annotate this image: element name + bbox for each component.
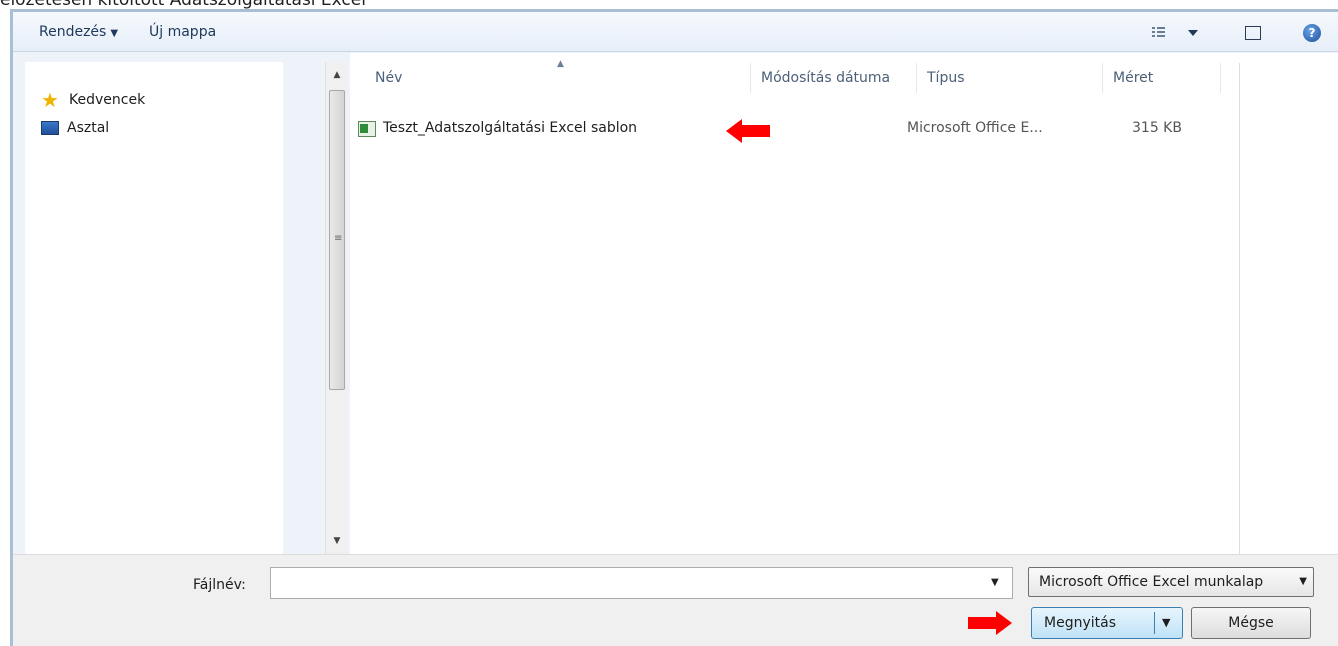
column-divider[interactable] bbox=[750, 63, 751, 93]
view-options-icon[interactable] bbox=[1150, 24, 1210, 42]
desktop-icon bbox=[41, 121, 59, 135]
column-header-type[interactable]: Típus bbox=[927, 70, 965, 86]
organize-label: Rendezés bbox=[39, 24, 107, 40]
nav-item-label: Kedvencek bbox=[69, 92, 146, 108]
help-icon[interactable]: ? bbox=[1303, 24, 1321, 42]
nav-item-favorites[interactable]: ★ Kedvencek bbox=[41, 88, 146, 112]
table-row[interactable]: Teszt_Adatszolgáltatási Excel sablon Mic… bbox=[350, 116, 1230, 138]
column-header-modified[interactable]: Módosítás dátuma bbox=[761, 70, 890, 86]
scroll-down-icon[interactable]: ▼ bbox=[326, 532, 348, 550]
filename-label: Fájlnév: bbox=[193, 577, 246, 593]
cancel-button[interactable]: Mégse bbox=[1191, 607, 1311, 639]
new-folder-button[interactable]: Új mappa bbox=[149, 24, 216, 40]
navigation-pane: ★ Kedvencek Asztal bbox=[25, 62, 283, 554]
file-list: ▲ Név Módosítás dátuma Típus Méret Teszt… bbox=[350, 53, 1338, 554]
chevron-down-icon: ▼ bbox=[1299, 576, 1307, 587]
filename-input[interactable] bbox=[270, 567, 1013, 599]
caption-text: előzetesen kitöltött Adatszolgáltatási E… bbox=[0, 0, 1338, 9]
filetype-select[interactable]: Microsoft Office Excel munkalap ▼ bbox=[1028, 567, 1314, 597]
chevron-down-icon[interactable]: ▼ bbox=[1162, 616, 1170, 629]
annotation-arrow-icon bbox=[968, 611, 1012, 635]
toolbar: Rendezés ▼ Új mappa ? bbox=[13, 12, 1338, 52]
sort-ascending-icon: ▲ bbox=[557, 59, 564, 69]
dialog-footer: Fájlnév: ▼ Microsoft Office Excel munkal… bbox=[13, 554, 1338, 646]
nav-scrollbar[interactable]: ▲ ≡ ▼ bbox=[325, 62, 347, 554]
preview-pane-icon[interactable] bbox=[1245, 26, 1261, 40]
chevron-down-icon: ▼ bbox=[110, 28, 119, 39]
nav-item-desktop[interactable]: Asztal bbox=[41, 120, 109, 136]
column-divider[interactable] bbox=[1220, 63, 1221, 93]
annotation-arrow-icon bbox=[726, 119, 770, 143]
column-header-size[interactable]: Méret bbox=[1113, 70, 1153, 86]
column-divider[interactable] bbox=[916, 63, 917, 93]
excel-file-icon bbox=[358, 121, 376, 137]
filetype-selected: Microsoft Office Excel munkalap bbox=[1039, 574, 1264, 590]
grip-icon: ≡ bbox=[334, 233, 343, 244]
column-header-name[interactable]: Név bbox=[375, 70, 402, 86]
column-divider bbox=[1239, 63, 1240, 554]
file-size: 315 KB bbox=[1132, 120, 1182, 136]
open-file-dialog: Rendezés ▼ Új mappa ? ★ Kedvencek Asztal … bbox=[10, 9, 1338, 646]
open-label: Megnyitás bbox=[1044, 615, 1116, 631]
organize-button[interactable]: Rendezés ▼ bbox=[39, 24, 118, 40]
column-divider[interactable] bbox=[1102, 63, 1103, 93]
split-divider bbox=[1154, 612, 1155, 634]
nav-item-label: Asztal bbox=[67, 120, 110, 136]
scrollbar-thumb[interactable]: ≡ bbox=[329, 90, 345, 390]
star-icon: ★ bbox=[41, 88, 59, 112]
file-name: Teszt_Adatszolgáltatási Excel sablon bbox=[383, 120, 638, 136]
chevron-down-icon[interactable]: ▼ bbox=[991, 577, 999, 588]
file-type: Microsoft Office E... bbox=[907, 120, 1043, 136]
open-button[interactable]: Megnyitás ▼ bbox=[1031, 607, 1183, 639]
scroll-up-icon[interactable]: ▲ bbox=[326, 66, 348, 84]
